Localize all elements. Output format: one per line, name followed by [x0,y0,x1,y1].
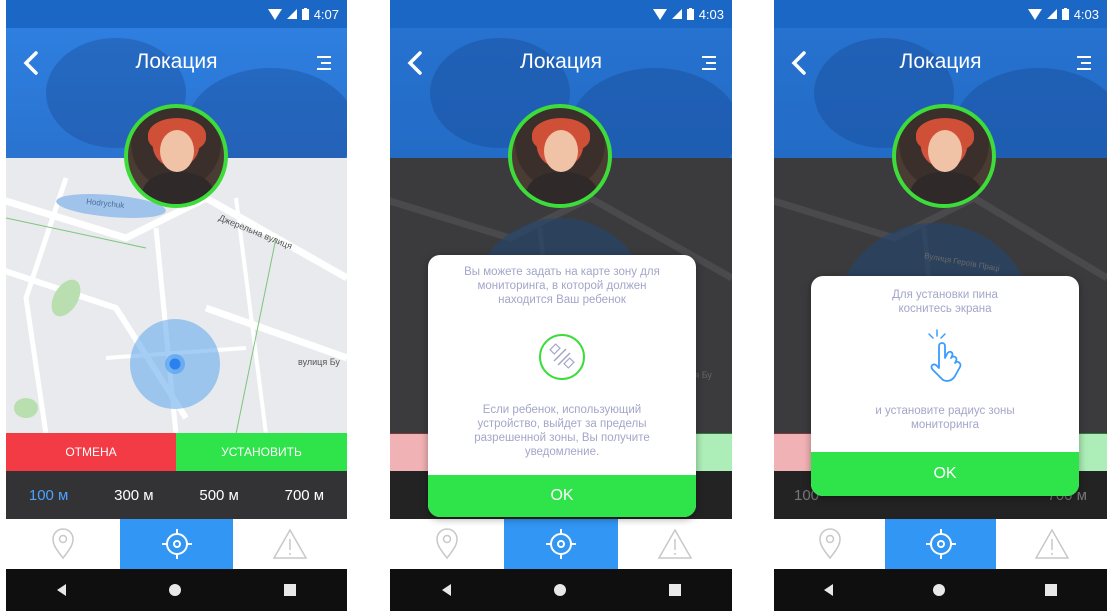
avatar [124,104,228,208]
dialog-text-top: Вы можете задать на карте зону для монит… [464,266,660,306]
nav-home-icon[interactable] [553,584,566,596]
battery-icon [686,8,694,20]
nav-back-icon[interactable] [57,584,67,596]
nav-home-icon[interactable] [933,584,945,596]
cancel-button[interactable]: ОТМЕНА [6,433,176,471]
target-icon [925,529,956,559]
battery-icon [1061,8,1069,20]
status-bar: 4:03 [774,0,1107,28]
nav-recents-icon[interactable] [668,584,681,596]
menu-icon[interactable] [1075,54,1093,72]
menu-icon[interactable] [700,54,718,72]
nav-back-icon[interactable] [824,584,833,596]
dialog-text-bottom: Если ребенок, использующий устройство, в… [474,404,650,458]
target-icon [546,529,576,559]
tab-zone[interactable] [885,519,996,569]
tab-zone[interactable] [119,519,234,569]
phone-screen-1: 4:07 Локация Hodrychuk Джерельна вулиця … [6,0,347,611]
page-title: Локация [520,50,602,73]
page-title: Локация [135,50,218,73]
radius-option-300[interactable]: 300 м [114,487,154,504]
status-time: 4:07 [313,6,339,22]
satellite-icon [539,334,585,380]
tab-zone[interactable] [504,519,618,569]
wifi-icon [1027,8,1042,20]
tab-alerts[interactable] [233,519,347,569]
tab-alerts[interactable] [996,519,1107,569]
battery-icon [301,8,309,20]
status-time: 4:03 [698,6,724,22]
android-nav-bar [6,569,347,611]
nav-home-icon[interactable] [168,584,181,596]
nav-recents-icon[interactable] [283,584,296,596]
info-dialog: Вы можете задать на карте зону для монит… [428,255,696,517]
radius-option-100[interactable]: 100 м [29,487,69,504]
radius-selector: 100 м 300 м 500 м 700 м [6,471,347,519]
warning-icon [272,528,308,559]
info-dialog: Для установки пина коснитесь экрана и ус… [811,276,1079,496]
signal-icon [1046,9,1057,19]
signal-icon [671,9,682,19]
tab-bar [6,519,347,569]
tab-location[interactable] [390,519,504,569]
nav-recents-icon[interactable] [1045,584,1057,596]
phone-screen-2: 4:03 Локация вулиця Бу Вы можете задать … [390,0,732,611]
dialog-text-bottom: и установите радиус зоны мониторинга [875,405,1015,431]
signal-icon [286,9,297,19]
wifi-icon [267,8,282,20]
ok-button[interactable]: OK [428,475,696,517]
tab-bar [390,519,732,569]
ok-button[interactable]: OK [811,452,1079,496]
tab-bar [774,519,1107,569]
set-button[interactable]: УСТАНОВИТЬ [176,433,347,471]
tab-location[interactable] [6,519,120,569]
dialog-text-top: Для установки пина коснитесь экрана [892,289,998,315]
wifi-icon [652,8,667,20]
location-pin-icon [818,528,841,560]
action-bar: ОТМЕНА УСТАНОВИТЬ [6,433,347,471]
radius-option-700[interactable]: 700 м [285,487,325,504]
avatar [508,104,612,208]
target-icon [161,529,192,559]
nav-back-icon[interactable] [441,584,451,596]
map-label-street-2: вулиця Бу [298,357,340,367]
warning-icon [657,528,693,559]
tab-alerts[interactable] [618,519,732,569]
page-title: Локация [899,50,982,73]
tab-location[interactable] [774,519,885,569]
avatar [892,104,996,208]
status-time: 4:03 [1073,6,1099,22]
tap-hand-icon [928,329,962,382]
menu-icon[interactable] [315,54,333,72]
location-pin-icon [52,528,74,560]
status-bar: 4:03 [390,0,732,28]
android-nav-bar [774,569,1107,611]
phone-screen-3: 4:03 Локация Вулиця Героїв Праці 100 700… [774,0,1107,611]
location-pin-icon [436,528,458,560]
status-bar: 4:07 [6,0,347,28]
radius-option-500[interactable]: 500 м [199,487,239,504]
android-nav-bar [390,569,732,611]
warning-icon [1034,528,1069,559]
